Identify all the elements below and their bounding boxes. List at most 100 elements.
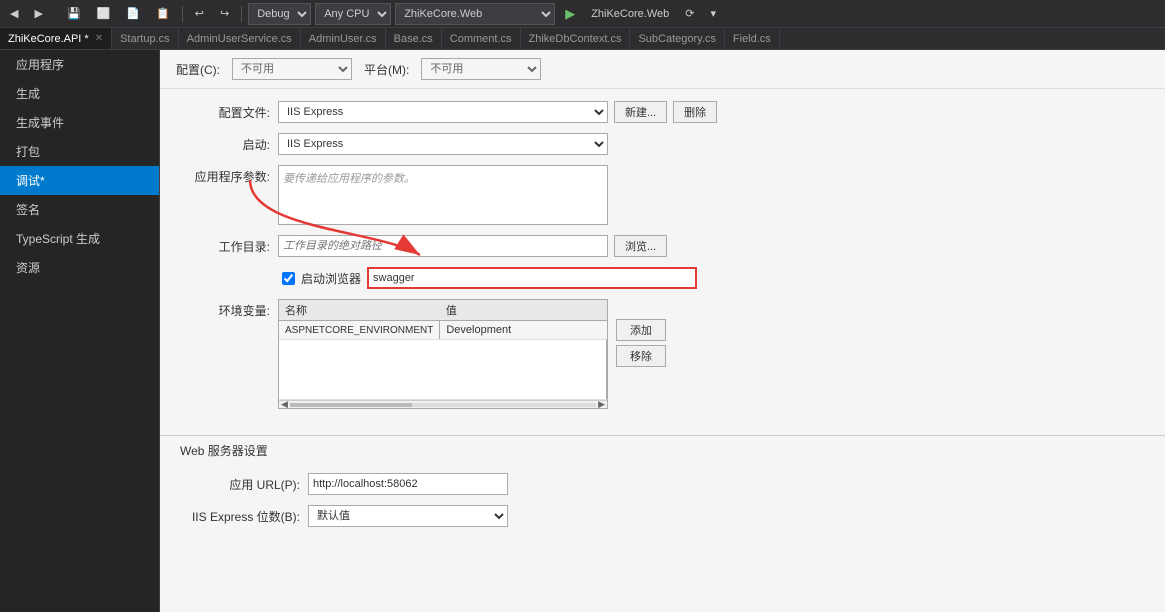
divider2	[241, 6, 242, 22]
sidebar-item-package[interactable]: 打包	[0, 137, 159, 166]
tab-label: ZhiKeCore.API *	[8, 33, 89, 45]
browser-checkbox[interactable]	[282, 272, 295, 285]
sidebar-item-build[interactable]: 生成	[0, 79, 159, 108]
tab-field[interactable]: Field.cs	[725, 28, 780, 49]
workdir-row: 工作目录: 浏览...	[180, 235, 1145, 257]
icon3-button[interactable]: 📄	[120, 5, 146, 22]
tab-label: ZhikeDbContext.cs	[529, 33, 622, 45]
scrollbar-track	[290, 403, 596, 407]
toolbar: ◀ ▶ 💾 ⬜ 📄 📋 ↩ ↪ Debug Any CPU ZhiKeCore.…	[0, 0, 1165, 28]
more-toolbar-button[interactable]: ▾	[704, 5, 722, 22]
sidebar-item-resources[interactable]: 资源	[0, 253, 159, 282]
sidebar: 应用程序 生成 生成事件 打包 调试* 签名 TypeScript 生成 资源	[0, 50, 160, 612]
env-buttons: 添加 移除	[616, 299, 666, 409]
tabbar: ZhiKeCore.API * ✕ Startup.cs AdminUserSe…	[0, 28, 1165, 50]
tab-adminuserservice[interactable]: AdminUserService.cs	[179, 28, 301, 49]
tab-label: AdminUserService.cs	[187, 33, 292, 45]
env-col-value: 值	[440, 300, 607, 321]
appargs-label: 应用程序参数:	[180, 165, 270, 185]
env-table-container: 名称 值 ASPNETCORE_ENVIRONMENT Development	[278, 299, 608, 409]
platform-select[interactable]: 不可用	[421, 58, 541, 80]
launch-label: 启动:	[180, 133, 270, 153]
profile-input-group: IIS Express 新建... 删除	[278, 101, 717, 123]
tab-comment[interactable]: Comment.cs	[442, 28, 521, 49]
tab-zhikecoreapi[interactable]: ZhiKeCore.API * ✕	[0, 28, 112, 49]
app-url-row: 应用 URL(P):	[180, 473, 1145, 495]
forward-button[interactable]: ▶	[28, 5, 48, 22]
tab-label: Comment.cs	[450, 33, 512, 45]
web-server-form: 应用 URL(P): IIS Express 位数(B): 默认值	[160, 465, 1165, 549]
config-select[interactable]: 不可用	[232, 58, 352, 80]
iis-port-label: IIS Express 位数(B):	[180, 505, 300, 525]
delete-button[interactable]: 删除	[673, 101, 717, 123]
iis-port-row: IIS Express 位数(B): 默认值	[180, 505, 1145, 527]
scrollbar-thumb	[290, 403, 412, 407]
sidebar-item-app[interactable]: 应用程序	[0, 50, 159, 79]
env-area: 名称 值 ASPNETCORE_ENVIRONMENT Development	[278, 299, 666, 409]
env-table-wrapper: 名称 值 ASPNETCORE_ENVIRONMENT Development	[278, 299, 608, 409]
play-project-label: ZhiKeCore.Web	[585, 6, 675, 22]
config-label: 配置(C):	[176, 61, 220, 78]
project-select[interactable]: ZhiKeCore.Web	[395, 3, 555, 25]
env-table: 名称 值 ASPNETCORE_ENVIRONMENT Development	[279, 300, 607, 400]
tab-subcategory[interactable]: SubCategory.cs	[630, 28, 724, 49]
redo-button[interactable]: ↪	[214, 5, 235, 22]
form-area: 配置文件: IIS Express 新建... 删除 启动: IIS Expre…	[160, 89, 1165, 431]
tab-label: Field.cs	[733, 33, 771, 45]
env-value-cell: Development	[440, 321, 607, 340]
profile-label: 配置文件:	[180, 101, 270, 121]
config-header: 配置(C): 不可用 平台(M): 不可用	[160, 50, 1165, 89]
browser-row: 启动浏览器	[184, 267, 1145, 289]
platform-label: 平台(M):	[364, 61, 409, 78]
save-button[interactable]: 💾	[61, 5, 87, 22]
content-area: 配置(C): 不可用 平台(M): 不可用 配置文件: IIS Express	[160, 50, 1165, 612]
sidebar-item-typescript[interactable]: TypeScript 生成	[0, 224, 159, 253]
app-url-input[interactable]	[308, 473, 508, 495]
workdir-input[interactable]	[278, 235, 608, 257]
remove-env-button[interactable]: 移除	[616, 345, 666, 367]
reload-button[interactable]: ⟳	[679, 5, 700, 22]
icon2-button[interactable]: ⬜	[91, 5, 117, 22]
scroll-left-icon[interactable]: ◀	[281, 399, 288, 410]
cpu-select[interactable]: Any CPU	[315, 3, 391, 25]
undo-button[interactable]: ↩	[189, 5, 210, 22]
sidebar-item-signing[interactable]: 签名	[0, 195, 159, 224]
browser-input[interactable]	[367, 267, 697, 289]
tab-adminuser[interactable]: AdminUser.cs	[301, 28, 386, 49]
env-name-cell: ASPNETCORE_ENVIRONMENT	[279, 321, 440, 340]
profile-row: 配置文件: IIS Express 新建... 删除	[180, 101, 1145, 123]
add-env-button[interactable]: 添加	[616, 319, 666, 341]
tab-label: Startup.cs	[120, 33, 170, 45]
web-server-section: Web 服务器设置	[160, 435, 1165, 465]
tab-zhikedbcontext[interactable]: ZhikeDbContext.cs	[521, 28, 631, 49]
tab-label: SubCategory.cs	[638, 33, 715, 45]
new-button[interactable]: 新建...	[614, 101, 667, 123]
icon4-button[interactable]: 📋	[150, 5, 176, 22]
workdir-label: 工作目录:	[180, 235, 270, 255]
browse-button[interactable]: 浏览...	[614, 235, 667, 257]
debug-select[interactable]: Debug	[248, 3, 311, 25]
table-row[interactable]: ASPNETCORE_ENVIRONMENT Development	[279, 321, 607, 340]
tab-startup[interactable]: Startup.cs	[112, 28, 179, 49]
profile-select[interactable]: IIS Express	[278, 101, 608, 123]
divider1	[182, 6, 183, 22]
close-icon[interactable]: ✕	[95, 33, 103, 44]
env-empty-row	[279, 340, 607, 400]
sidebar-item-debug[interactable]: 调试*	[0, 166, 159, 195]
sidebar-item-build-events[interactable]: 生成事件	[0, 108, 159, 137]
content-wrapper: 配置(C): 不可用 平台(M): 不可用 配置文件: IIS Express	[160, 50, 1165, 549]
launch-select[interactable]: IIS Express	[278, 133, 608, 155]
env-label: 环境变量:	[180, 299, 270, 319]
env-scrollbar[interactable]: ◀ ▶	[279, 400, 607, 408]
tab-base[interactable]: Base.cs	[386, 28, 442, 49]
play-button[interactable]: ▶	[559, 4, 581, 24]
back-button[interactable]: ◀	[4, 5, 24, 22]
main-layout: 应用程序 生成 生成事件 打包 调试* 签名 TypeScript 生成 资源 …	[0, 50, 1165, 612]
tab-label: Base.cs	[394, 33, 433, 45]
browser-label: 启动浏览器	[301, 270, 361, 287]
iis-port-select[interactable]: 默认值	[308, 505, 508, 527]
browser-spacer	[184, 277, 274, 280]
scroll-right-icon[interactable]: ▶	[598, 399, 605, 410]
appargs-textarea[interactable]: 要传递给应用程序的参数。	[278, 165, 608, 225]
tab-label: AdminUser.cs	[309, 33, 377, 45]
